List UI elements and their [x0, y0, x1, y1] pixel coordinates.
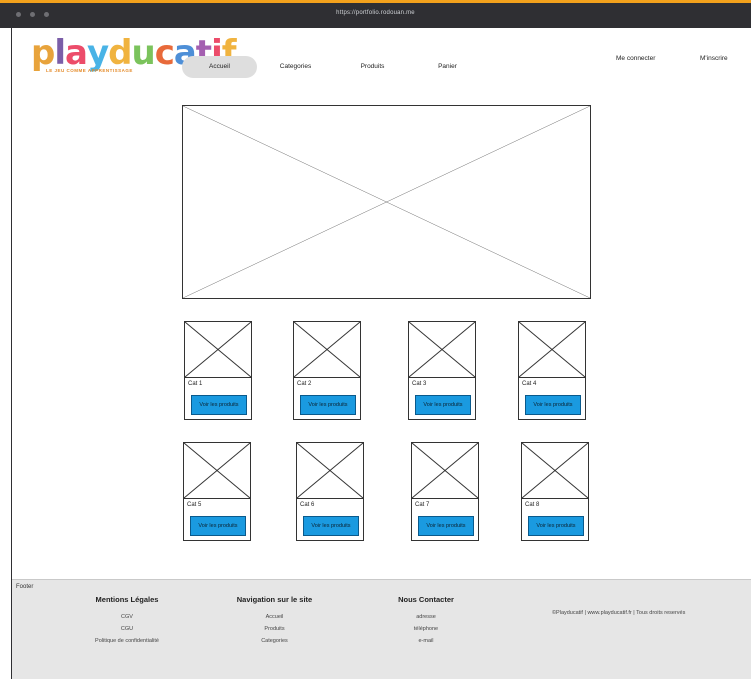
- category-label: Cat 1: [188, 381, 203, 387]
- category-label: Cat 4: [522, 381, 537, 387]
- footer-link-accueil[interactable]: Accueil: [217, 611, 332, 623]
- placeholder-cross-icon: [184, 443, 250, 498]
- category-image-placeholder: [519, 322, 585, 378]
- hero-image-placeholder: [182, 105, 591, 299]
- logo-letter: y: [86, 33, 109, 73]
- logo-letter: a: [65, 33, 88, 73]
- category-image-placeholder: [297, 443, 363, 499]
- category-card: Cat 1 Voir les produits: [184, 321, 252, 420]
- category-label: Cat 2: [297, 381, 312, 387]
- placeholder-cross-icon: [409, 322, 475, 377]
- footer-contact-address[interactable]: adresse: [376, 611, 476, 623]
- logo-letter: d: [108, 33, 132, 73]
- logo-letter: l: [54, 33, 66, 73]
- category-card: Cat 6 Voir les produits: [296, 442, 364, 541]
- browser-chrome: https://portfolio.rodouan.me: [0, 3, 751, 28]
- category-image-placeholder: [522, 443, 588, 499]
- address-bar[interactable]: https://portfolio.rodouan.me: [0, 10, 751, 16]
- category-label: Cat 6: [300, 502, 315, 508]
- category-card: Cat 8 Voir les produits: [521, 442, 589, 541]
- footer-link-cgu[interactable]: CGU: [72, 623, 182, 635]
- footer-link-produits[interactable]: Produits: [217, 623, 332, 635]
- placeholder-cross-icon: [522, 443, 588, 498]
- category-image-placeholder: [409, 322, 475, 378]
- category-card: Cat 3 Voir les produits: [408, 321, 476, 420]
- category-card: Cat 4 Voir les produits: [518, 321, 586, 420]
- view-products-button[interactable]: Voir les produits: [415, 395, 471, 415]
- nav-panier[interactable]: Panier: [420, 56, 475, 78]
- footer-navigation-column: Navigation sur le site Accueil Produits …: [217, 595, 332, 647]
- category-label: Cat 3: [412, 381, 427, 387]
- placeholder-cross-icon: [183, 106, 590, 298]
- footer-contact-phone[interactable]: téléphone: [376, 623, 476, 635]
- placeholder-cross-icon: [294, 322, 360, 377]
- view-products-button[interactable]: Voir les produits: [528, 516, 584, 536]
- logo-letter: u: [131, 33, 155, 73]
- category-image-placeholder: [185, 322, 251, 378]
- logo-letter: p: [31, 33, 55, 73]
- category-image-placeholder: [184, 443, 250, 499]
- placeholder-cross-icon: [297, 443, 363, 498]
- category-image-placeholder: [294, 322, 360, 378]
- logo-letter: c: [154, 33, 175, 73]
- category-label: Cat 7: [415, 502, 430, 508]
- footer-contact-title: Nous Contacter: [398, 595, 454, 604]
- footer-link-categories[interactable]: Categories: [217, 635, 332, 647]
- logo-tagline: LE JEU COMME APPRENTISSAGE: [46, 68, 133, 73]
- nav-accueil[interactable]: Accueil: [182, 56, 257, 78]
- category-card: Cat 7 Voir les produits: [411, 442, 479, 541]
- signup-link[interactable]: M'inscrire: [700, 55, 728, 62]
- footer-legal-column: Mentions Légales CGV CGU Politique de co…: [72, 595, 182, 647]
- footer-navigation-title: Navigation sur le site: [236, 595, 313, 604]
- category-label: Cat 8: [525, 502, 540, 508]
- login-link[interactable]: Me connecter: [616, 55, 655, 62]
- placeholder-cross-icon: [519, 322, 585, 377]
- footer-link-privacy[interactable]: Politique de confidentialité: [72, 635, 182, 647]
- footer-tag: Footer: [16, 584, 34, 590]
- view-products-button[interactable]: Voir les produits: [418, 516, 474, 536]
- nav-categories[interactable]: Categories: [268, 56, 323, 78]
- footer-legal-title: Mentions Légales: [95, 595, 159, 604]
- view-products-button[interactable]: Voir les produits: [303, 516, 359, 536]
- nav-produits[interactable]: Produits: [345, 56, 400, 78]
- view-products-button[interactable]: Voir les produits: [191, 395, 247, 415]
- category-card: Cat 2 Voir les produits: [293, 321, 361, 420]
- category-image-placeholder: [412, 443, 478, 499]
- footer-contact-column: Nous Contacter adresse téléphone e-mail: [376, 595, 476, 647]
- category-card: Cat 5 Voir les produits: [183, 442, 251, 541]
- view-products-button[interactable]: Voir les produits: [300, 395, 356, 415]
- view-products-button[interactable]: Voir les produits: [525, 395, 581, 415]
- footer-link-cgv[interactable]: CGV: [72, 611, 182, 623]
- footer: Footer Mentions Légales CGV CGU Politiqu…: [12, 579, 751, 679]
- footer-contact-email[interactable]: e-mail: [376, 635, 476, 647]
- placeholder-cross-icon: [412, 443, 478, 498]
- view-products-button[interactable]: Voir les produits: [190, 516, 246, 536]
- category-label: Cat 5: [187, 502, 202, 508]
- placeholder-cross-icon: [185, 322, 251, 377]
- footer-copyright: ©Playducatif | www.playducatif.fr | Tous…: [552, 610, 686, 616]
